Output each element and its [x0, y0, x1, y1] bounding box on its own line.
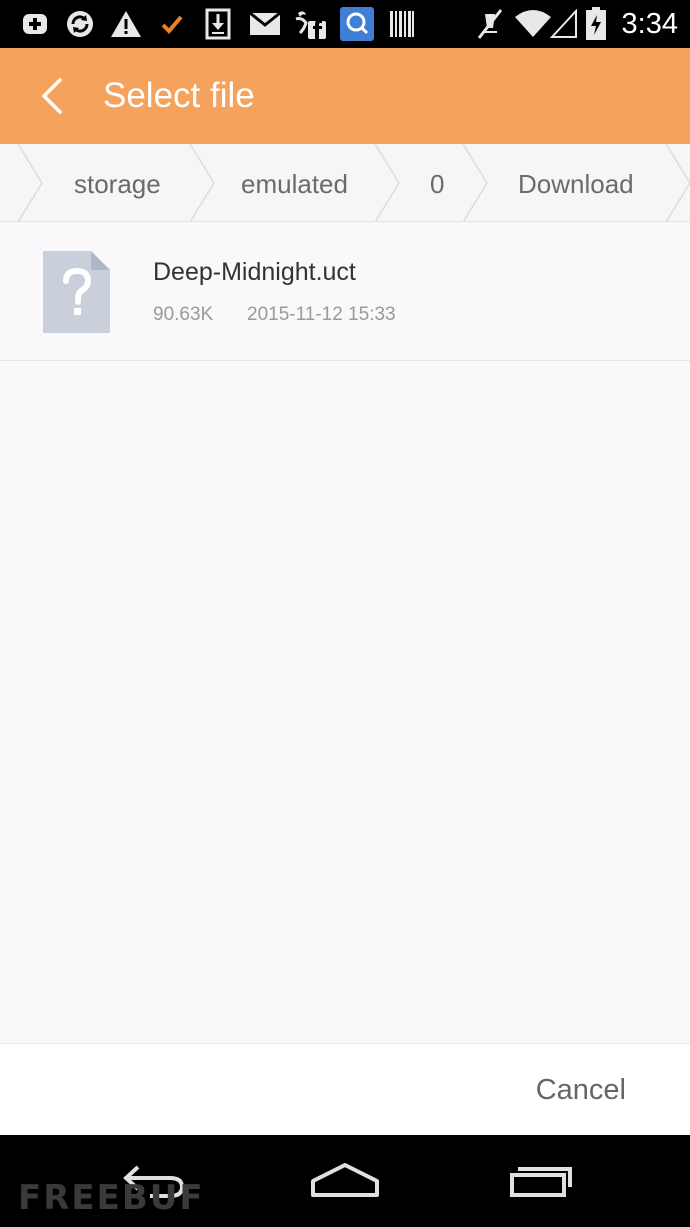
breadcrumb-item-download[interactable]: Download — [518, 144, 634, 221]
chevron-left-icon — [42, 78, 62, 114]
sync-icon — [64, 8, 96, 40]
page-title: Select file — [103, 76, 255, 115]
status-bar: 3:34 — [0, 0, 690, 48]
file-name: Deep-Midnight.uct — [153, 258, 356, 286]
breadcrumb: storage emulated 0 Download — [0, 144, 690, 222]
file-list: Deep-Midnight.uct 90.63K 2015-11-12 15:3… — [0, 222, 690, 1044]
recents-icon[interactable] — [498, 1153, 578, 1209]
unknown-file-icon — [43, 251, 110, 333]
breadcrumb-item-emulated[interactable]: emulated — [241, 144, 348, 221]
check-icon — [158, 8, 186, 40]
home-icon[interactable] — [304, 1153, 386, 1209]
search-app-icon — [339, 7, 375, 41]
signal-icon — [550, 8, 578, 40]
download-icon — [204, 8, 232, 40]
action-bar: Select file — [0, 48, 690, 144]
file-size: 90.63K — [153, 304, 214, 325]
back-button[interactable] — [24, 68, 80, 124]
watermark-logo: FREEBUF — [18, 1178, 205, 1218]
wifi-icon — [514, 8, 552, 40]
warning-icon — [110, 8, 142, 40]
barcode-icon — [388, 8, 416, 40]
breadcrumb-item-0[interactable]: 0 — [430, 144, 444, 221]
cancel-button[interactable]: Cancel — [536, 1044, 626, 1136]
battery-icon — [584, 7, 608, 40]
dialog-footer: Cancel — [0, 1043, 690, 1135]
muted-icon — [474, 8, 506, 40]
plus-box-icon — [20, 8, 50, 40]
list-item[interactable]: Deep-Midnight.uct 90.63K 2015-11-12 15:3… — [0, 222, 690, 361]
status-clock: 3:34 — [621, 8, 678, 40]
mail-icon — [248, 8, 282, 40]
file-date: 2015-11-12 15:33 — [247, 304, 396, 325]
breadcrumb-item-storage[interactable]: storage — [74, 144, 161, 221]
facebook-icon — [294, 8, 328, 40]
